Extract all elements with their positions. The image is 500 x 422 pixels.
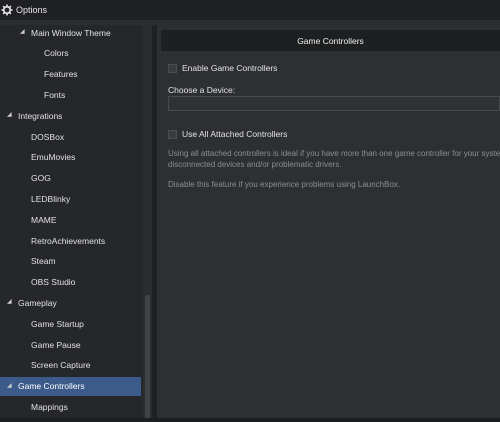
sidebar-item-main-window-theme[interactable]: ◢ Main Window Theme: [0, 25, 141, 42]
sidebar-item-label: Features: [44, 69, 78, 80]
sidebar-item-label: OBS Studio: [31, 277, 76, 288]
expand-arrow-icon[interactable]: ◢: [20, 28, 25, 35]
expand-arrow-icon[interactable]: ◢: [7, 111, 12, 118]
choose-device-label: Choose a Device:: [168, 85, 236, 95]
enable-controllers-checkbox[interactable]: [168, 63, 177, 73]
sidebar-item-obs-studio[interactable]: OBS Studio: [0, 273, 141, 292]
sidebar-item-label: Mappings: [31, 401, 68, 412]
use-all-controllers-checkbox[interactable]: [168, 129, 177, 139]
use-all-controllers-label[interactable]: Use All Attached Controllers: [182, 129, 287, 139]
sidebar-item-label: LEDBlinky: [31, 193, 71, 204]
window-titlebar: Options: [0, 0, 500, 20]
sidebar-item-label: EmuMovies: [31, 152, 76, 163]
use-all-controllers-row[interactable]: Use All Attached Controllers: [168, 129, 287, 139]
sidebar-item-gog[interactable]: GOG: [0, 169, 141, 188]
sidebar-item-colors[interactable]: Colors: [0, 44, 141, 63]
expand-arrow-icon[interactable]: ◢: [7, 382, 12, 389]
options-tree: ◢ Main Window Theme Colors Features Fonts ◢ In…: [0, 25, 152, 418]
sidebar-item-mame[interactable]: MAME: [0, 210, 141, 229]
sidebar-item-label: Game Controllers: [18, 381, 85, 392]
device-select[interactable]: [168, 96, 500, 111]
expand-arrow-icon[interactable]: ◢: [7, 298, 12, 305]
sidebar-item-gameplay[interactable]: ◢ Gameplay: [0, 293, 141, 312]
sidebar-item-game-pause[interactable]: Game Pause: [0, 335, 141, 354]
sidebar-item-retroachievements[interactable]: RetroAchievements: [0, 231, 141, 250]
sidebar-item-dosbox[interactable]: DOSBox: [0, 127, 141, 146]
sidebar-item-screen-capture[interactable]: Screen Capture: [0, 356, 141, 375]
sidebar-item-steam[interactable]: Steam: [0, 252, 141, 271]
sidebar-item-label: Gameplay: [18, 297, 57, 308]
panel-title: Game Controllers: [297, 35, 364, 46]
description-line-3: Disable this feature if you experience p…: [168, 180, 401, 189]
sidebar-item-label: Integrations: [18, 110, 63, 121]
sidebar-item-label: Fonts: [44, 89, 66, 100]
sidebar-item-label: Colors: [44, 48, 69, 59]
sidebar-item-mappings[interactable]: Mappings: [0, 397, 141, 416]
sidebar-item-label: Screen Capture: [31, 360, 91, 371]
description-line-2: disconnected devices and/or problematic …: [168, 160, 342, 169]
window-title: Options: [16, 5, 48, 15]
window-bottom-edge: [0, 418, 500, 422]
enable-controllers-row[interactable]: Enable Game Controllers: [168, 63, 277, 73]
sidebar-item-game-startup[interactable]: Game Startup: [0, 314, 141, 333]
sidebar-item-emumovies[interactable]: EmuMovies: [0, 148, 141, 167]
sidebar-item-ledblinky[interactable]: LEDBlinky: [0, 189, 141, 208]
sidebar-item-label: Game Pause: [31, 339, 81, 350]
sidebar-item-label: Steam: [31, 256, 56, 267]
sidebar-item-label: Main Window Theme: [31, 27, 111, 38]
sidebar-item-label: RetroAchievements: [31, 235, 106, 246]
settings-panel: Game Controllers Enable Game Controllers…: [157, 25, 500, 418]
sidebar-item-label: GOG: [31, 173, 51, 184]
enable-controllers-label[interactable]: Enable Game Controllers: [182, 63, 277, 73]
sidebar-item-label: MAME: [31, 214, 57, 225]
sidebar-item-game-controllers[interactable]: ◢ Game Controllers: [0, 376, 141, 396]
gear-icon: [1, 4, 13, 16]
sidebar-item-label: DOSBox: [31, 131, 65, 142]
description-line-1: Using all attached controllers is ideal …: [168, 149, 500, 158]
sidebar-item-label: Game Startup: [31, 318, 84, 329]
tree-scrollbar-thumb[interactable]: [145, 295, 150, 418]
sidebar-item-integrations[interactable]: ◢ Integrations: [0, 106, 141, 125]
sidebar-item-features[interactable]: Features: [0, 65, 141, 84]
sidebar-item-fonts[interactable]: Fonts: [0, 85, 141, 104]
panel-header: Game Controllers: [161, 30, 500, 51]
